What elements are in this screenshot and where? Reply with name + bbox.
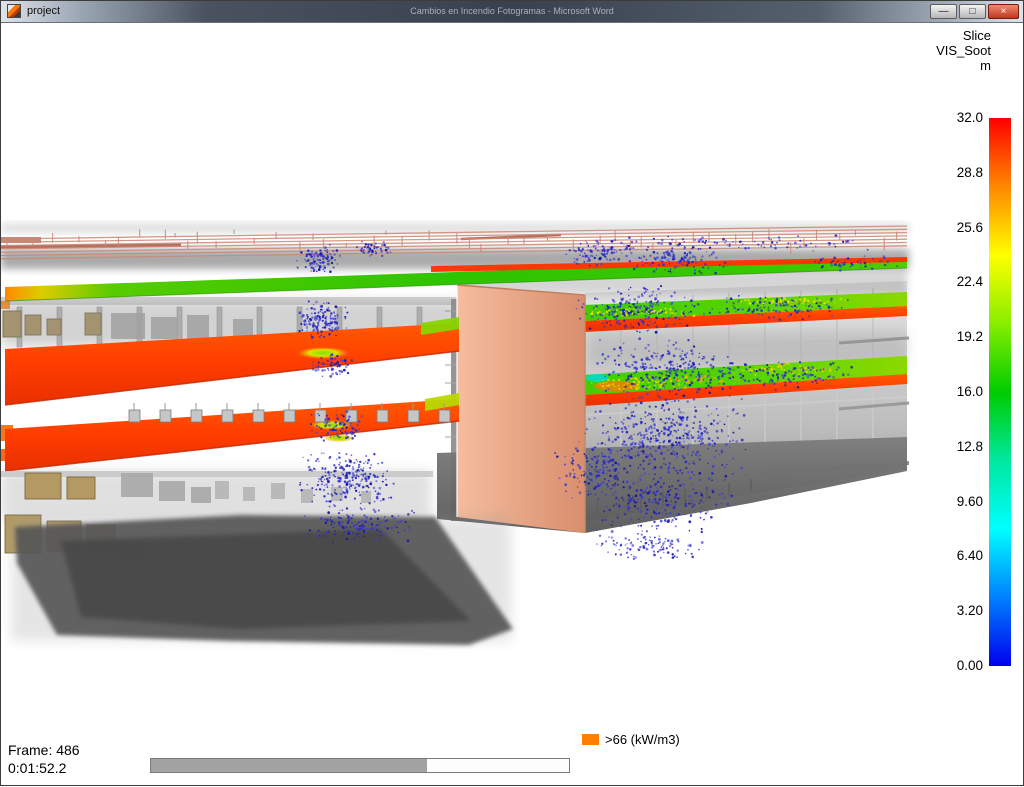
colorbar-tick-label: 0.00: [957, 658, 983, 673]
colorbar-tick-label: 12.8: [957, 439, 983, 454]
hrr-legend-label: >66 (kW/m3): [605, 732, 680, 747]
frame-counter: Frame: 486: [8, 742, 80, 758]
smokeview-window: Slice VIS_Soot m 32.0 28.8 25.6 22.4 19.2 16.…: [0, 0, 1024, 786]
time-slider-fill: [151, 759, 427, 772]
colorbar-tick-label: 16.0: [957, 384, 983, 399]
colorbar-tick-label: 6.40: [957, 548, 983, 563]
colorbar-tick-label: 22.4: [957, 274, 983, 289]
background-window-title: Cambios en Incendio Fotogramas - Microso…: [121, 6, 903, 16]
window-title: project: [27, 5, 60, 17]
colorbar-title: Slice VIS_Soot m: [936, 28, 991, 73]
colorbar-title-line3: m: [936, 58, 991, 73]
colorbar-ticks: 32.028.825.622.419.216.012.89.606.403.20…: [931, 118, 983, 666]
title-bar: project Cambios en Incendio Fotogramas -…: [1, 1, 1023, 23]
colorbar-tick-label: 9.60: [957, 494, 983, 509]
colorbar-tick-label: 32.0: [957, 110, 983, 125]
hrr-legend-swatch: [582, 734, 599, 745]
colorbar-title-line2: VIS_Soot: [936, 43, 991, 58]
close-button[interactable]: ×: [988, 4, 1019, 19]
time-slider[interactable]: [150, 758, 570, 773]
ground-shadow: [11, 515, 513, 645]
colorbar-tick-label: 19.2: [957, 329, 983, 344]
scene-3d-view[interactable]: [1, 1, 1024, 787]
colorbar-tick-label: 3.20: [957, 603, 983, 618]
colorbar-tick-label: 25.6: [957, 220, 983, 235]
hrr-legend: >66 (kW/m3): [582, 732, 680, 747]
minimize-button[interactable]: —: [930, 4, 957, 19]
colorbar-gradient: [989, 118, 1011, 666]
maximize-button[interactable]: □: [959, 4, 986, 19]
compartment-wall: [457, 285, 585, 533]
colorbar-title-line1: Slice: [936, 28, 991, 43]
window-controls: — □ ×: [930, 4, 1019, 19]
time-counter: 0:01:52.2: [8, 760, 66, 776]
window-icon: [7, 4, 21, 18]
colorbar-tick-label: 28.8: [957, 165, 983, 180]
